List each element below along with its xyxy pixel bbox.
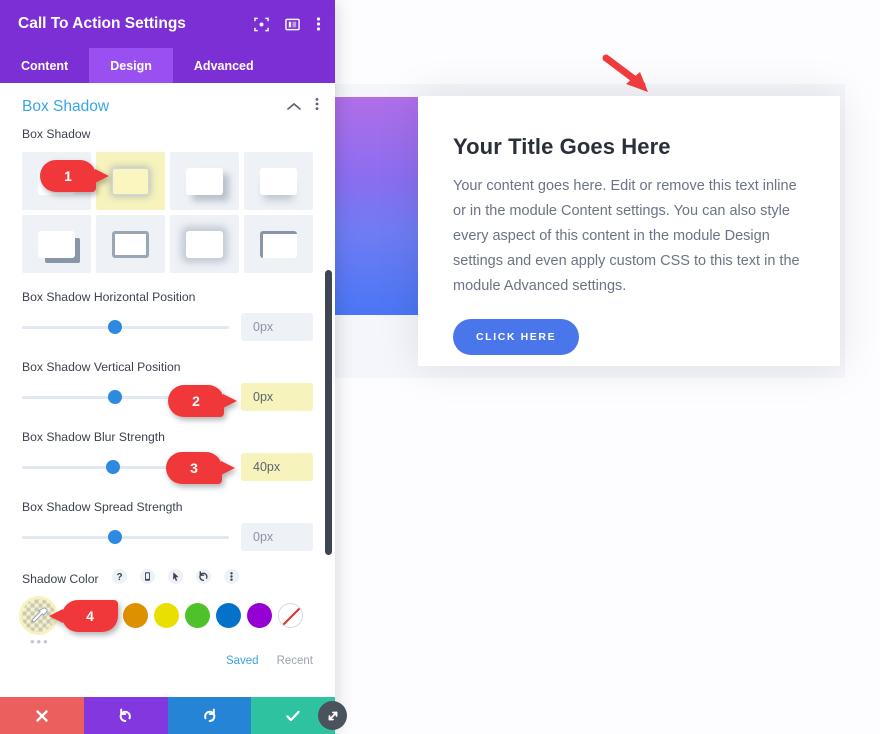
saved-tab[interactable]: Saved — [226, 655, 259, 667]
settings-modal: Call To Action Settings Content Design A… — [0, 0, 335, 734]
value-vertical-position[interactable]: 0px — [241, 383, 313, 411]
slider-knob[interactable] — [108, 390, 123, 404]
swatch-orange[interactable] — [123, 603, 148, 628]
shadow-color-label: Shadow Color — [22, 572, 99, 586]
tab-advanced[interactable]: Advanced — [173, 48, 275, 83]
preset-drop[interactable] — [170, 152, 239, 210]
label-box-shadow-position: Box Shadow Position — [0, 677, 335, 680]
cta-preview-card: Your Title Goes Here Your content goes h… — [418, 96, 840, 366]
saved-recent-row: Saved Recent — [0, 649, 335, 667]
box-shadow-label: Box Shadow — [22, 127, 91, 141]
preset-hard[interactable] — [22, 215, 91, 273]
more-vertical-icon[interactable] — [316, 16, 321, 32]
swatch-transparent[interactable] — [278, 603, 303, 628]
swatch-yellow[interactable] — [154, 603, 179, 628]
red-arrow-icon — [602, 54, 648, 92]
box-shadow-section-header: Box Shadow — [0, 83, 335, 126]
swatch-more-dots[interactable]: ••• — [0, 632, 335, 649]
label-vertical-position: Box Shadow Vertical Position — [22, 360, 181, 374]
help-icon[interactable]: ? — [111, 569, 127, 589]
preset-outline[interactable] — [96, 215, 165, 273]
slider-knob[interactable] — [108, 320, 123, 334]
label-blur-strength: Box Shadow Blur Strength — [22, 430, 165, 444]
redo-button[interactable] — [167, 697, 252, 734]
screenshot-root: Your Title Goes Here Your content goes h… — [0, 0, 880, 734]
color-more-vertical-icon[interactable] — [223, 569, 239, 589]
mobile-icon[interactable] — [139, 569, 155, 589]
callout-2: 2 — [168, 385, 237, 417]
layout-icon[interactable] — [285, 17, 300, 32]
section-title: Box Shadow — [22, 97, 110, 115]
swatch-purple[interactable] — [247, 603, 272, 628]
recent-tab[interactable]: Recent — [277, 655, 313, 667]
cancel-button[interactable] — [0, 697, 84, 734]
swatch-blue[interactable] — [216, 603, 241, 628]
modal-header: Call To Action Settings — [0, 0, 335, 48]
gradient-column — [335, 97, 424, 315]
slider-spread-strength: 0px — [0, 523, 335, 551]
slider-horizontal-position: 0px — [0, 313, 335, 341]
modal-action-bar — [0, 697, 335, 734]
click-here-button[interactable]: CLICK HERE — [453, 319, 580, 355]
tab-design[interactable]: Design — [89, 48, 173, 83]
callout-4: 4 — [49, 600, 118, 632]
preset-soft[interactable] — [244, 152, 313, 210]
panel-scrollbar[interactable] — [325, 270, 332, 555]
value-blur-strength[interactable]: 40px — [241, 453, 313, 481]
value-spread-strength[interactable]: 0px — [241, 523, 313, 551]
svg-text:?: ? — [116, 572, 122, 583]
label-spread-strength: Box Shadow Spread Strength — [22, 500, 183, 514]
callout-1: 1 — [40, 160, 109, 192]
shadow-color-header: Shadow Color ? — [0, 569, 335, 589]
modal-title: Call To Action Settings — [18, 15, 186, 32]
resize-handle-icon[interactable] — [318, 701, 347, 730]
slider-track[interactable] — [22, 320, 229, 334]
undo-button[interactable] — [83, 697, 168, 734]
slider-knob[interactable] — [108, 530, 123, 544]
preset-inner[interactable] — [170, 215, 239, 273]
slider-track[interactable] — [22, 530, 229, 544]
reset-icon[interactable] — [195, 569, 211, 589]
cursor-icon[interactable] — [167, 569, 183, 589]
chevron-up-icon[interactable] — [287, 98, 301, 116]
section-more-vertical-icon[interactable] — [315, 97, 319, 116]
slider-knob[interactable] — [106, 460, 121, 474]
preset-corner[interactable] — [244, 215, 313, 273]
preview-title: Your Title Goes Here — [453, 134, 671, 159]
swatch-green[interactable] — [185, 603, 210, 628]
preview-body-text: Your content goes here. Edit or remove t… — [453, 178, 800, 294]
modal-tabs: Content Design Advanced — [0, 48, 335, 83]
tab-content[interactable]: Content — [0, 48, 89, 83]
focus-icon[interactable] — [254, 17, 269, 32]
label-horizontal-position: Box Shadow Horizontal Position — [22, 290, 196, 304]
value-horizontal-position[interactable]: 0px — [241, 313, 313, 341]
callout-3: 3 — [166, 452, 235, 484]
